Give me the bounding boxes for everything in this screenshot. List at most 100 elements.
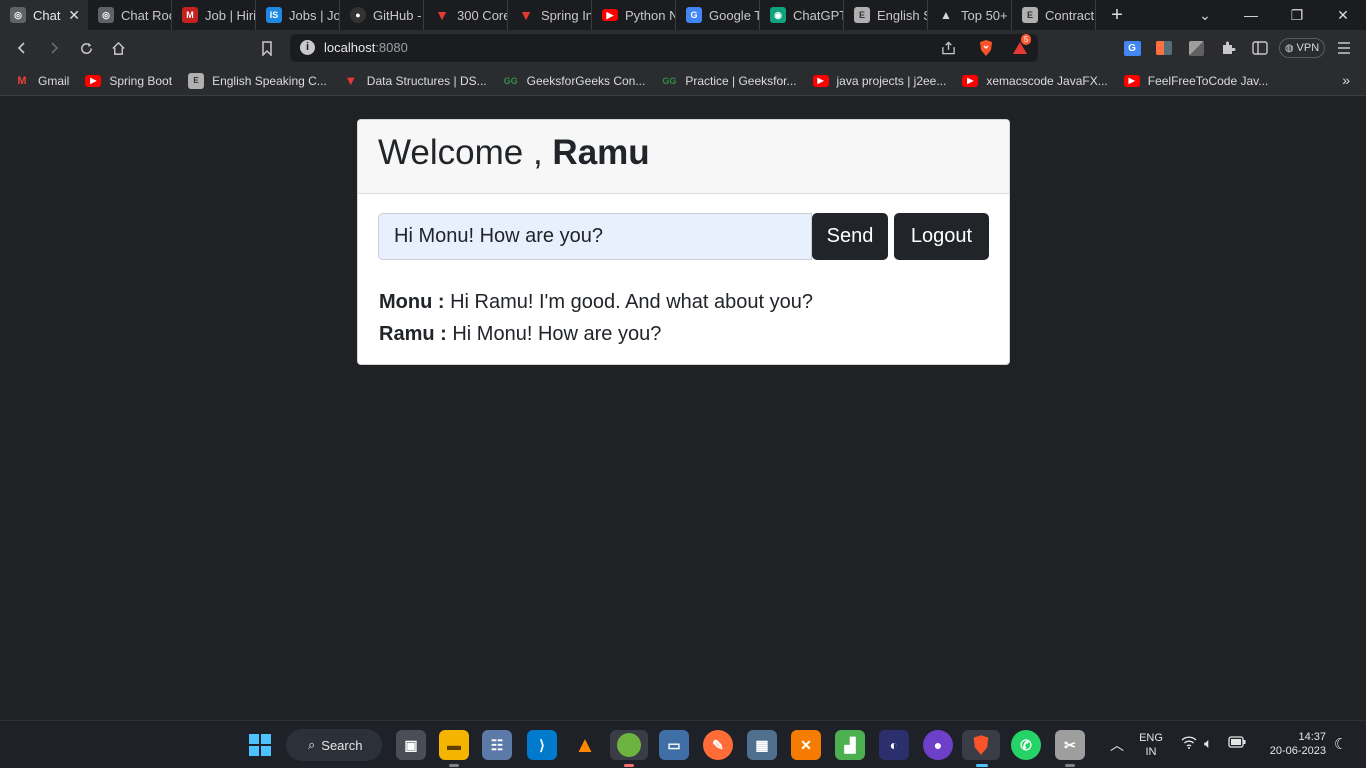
chart-app-icon[interactable]: ▟ — [835, 730, 865, 760]
share-icon[interactable] — [936, 36, 960, 60]
tab-jobs[interactable]: IS Jobs | Jol — [256, 0, 340, 30]
language-indicator[interactable]: ENG IN — [1136, 731, 1166, 759]
home-icon[interactable] — [106, 36, 130, 60]
message-input[interactable] — [378, 213, 812, 260]
brave-browser-icon[interactable] — [962, 730, 1000, 760]
screen-recorder-extension-icon[interactable] — [1152, 36, 1176, 60]
whatsapp-icon[interactable]: ✆ — [1011, 730, 1041, 760]
tab-contract[interactable]: E Contract — [1012, 0, 1096, 30]
send-button[interactable]: Send — [812, 213, 888, 260]
bookmark-english-speaking[interactable]: E English Speaking C... — [188, 72, 327, 89]
tab-title: Jobs | Jol — [289, 7, 339, 23]
running-indicator — [449, 764, 459, 767]
volume-icon[interactable]: 🔈︎ — [1204, 735, 1212, 752]
bookmark-label: GeeksforGeeks Con... — [526, 73, 646, 88]
back-icon[interactable] — [10, 36, 34, 60]
tab-title: Chat Roo — [121, 7, 171, 23]
bookmark-feelfreetocode[interactable]: ▶ FeelFreeToCode Jav... — [1123, 73, 1269, 88]
show-hidden-icons-chevron-icon[interactable]: ︿ — [1110, 735, 1124, 755]
battery-icon[interactable] — [1228, 735, 1246, 751]
address-bar[interactable]: i localhost:8080 5 — [290, 34, 1038, 62]
eclipse-icon[interactable]: ◐ — [879, 730, 909, 760]
tab-google-translate[interactable]: G Google T — [676, 0, 760, 30]
rewards-badge: 5 — [1021, 34, 1032, 45]
tab-title: Chat — [33, 7, 61, 23]
bookmark-gmail[interactable]: M Gmail — [14, 74, 69, 88]
bookmark-icon[interactable] — [255, 36, 279, 60]
new-tab-button[interactable]: + — [1106, 4, 1128, 27]
site-info-icon[interactable]: i — [300, 40, 315, 55]
bookmark-data-structures[interactable]: ▼ Data Structures | DS... — [343, 73, 487, 88]
logout-button[interactable]: Logout — [894, 213, 989, 260]
xampp-icon[interactable]: ✕ — [791, 730, 821, 760]
tab-title: English S — [877, 7, 927, 23]
tab-spring[interactable]: ▼ Spring In — [508, 0, 592, 30]
close-window-button[interactable]: ✕ — [1320, 0, 1366, 30]
windows-start-icon[interactable] — [245, 730, 275, 760]
tab-title: Python N — [625, 7, 675, 23]
welcome-prefix: Welcome , — [378, 133, 543, 172]
remote-desktop-icon[interactable]: ▭ — [659, 730, 689, 760]
image-viewer-icon[interactable]: ▦ — [747, 730, 777, 760]
clock-date: 20-06-2023 — [1269, 745, 1326, 757]
tab-job-hiring[interactable]: M Job | Hiri — [172, 0, 256, 30]
bookmark-label: Data Structures | DS... — [366, 73, 487, 88]
google-translate-extension-icon[interactable]: G — [1120, 36, 1144, 60]
tab-chatgpt[interactable]: ◉ ChatGPT — [760, 0, 844, 30]
clock[interactable]: 14:37 20-06-2023 — [1256, 730, 1326, 758]
brand-v-icon: ▼ — [435, 7, 449, 23]
tab-chat[interactable]: ◎ Chat ✕ — [0, 0, 88, 30]
brand-v-icon: ▼ — [344, 73, 358, 88]
minimize-button[interactable]: — — [1228, 0, 1274, 30]
tab-300-core[interactable]: ▼ 300 Core — [424, 0, 508, 30]
gmail-icon: M — [182, 7, 198, 23]
chat-card: Welcome , Ramu Send Logout Monu : Hi Ram… — [357, 119, 1010, 365]
brave-rewards-icon[interactable]: 5 — [1008, 34, 1032, 60]
tab-title: Top 50+ — [961, 7, 1008, 23]
bookmark-label: English Speaking C... — [212, 73, 327, 88]
vpn-button[interactable]: ◍ VPN — [1279, 38, 1325, 58]
forward-icon[interactable] — [42, 36, 66, 60]
tab-top-50[interactable]: ▲ Top 50+ — [928, 0, 1012, 30]
youtube-icon: ▶ — [812, 74, 829, 87]
bookmark-spring-boot[interactable]: ▶ Spring Boot — [85, 74, 172, 88]
tab-chat-room[interactable]: ◎ Chat Roo — [88, 0, 172, 30]
file-explorer-icon[interactable]: ▬ — [439, 730, 469, 760]
bookmark-geeksforgeeks[interactable]: GG GeeksforGeeks Con... — [503, 74, 646, 88]
windows-taskbar: ⌕ Search ▣ ▬ ☷ ⟩ ▲ ▭ ✎ ▦ ✕ ▟ ◐ ● ✆ ✂ ︿ E… — [0, 720, 1366, 768]
spring-tool-suite-icon[interactable] — [610, 730, 648, 760]
more-bookmarks-chevron-icon[interactable]: » — [1342, 72, 1350, 88]
gmail-icon: M — [17, 74, 27, 87]
wifi-icon[interactable] — [1181, 735, 1197, 752]
bookmark-practice-geeksforgeeks[interactable]: GG Practice | Geeksfor... — [661, 74, 796, 88]
bookmark-label: FeelFreeToCode Jav... — [1147, 73, 1269, 88]
vlc-icon[interactable]: ▲ — [570, 730, 600, 760]
postman-icon[interactable]: ✎ — [703, 730, 733, 760]
network-app-icon[interactable]: ☷ — [482, 730, 512, 760]
menu-hamburger-icon[interactable] — [1332, 36, 1356, 60]
tab-github[interactable]: ● GitHub - — [340, 0, 424, 30]
task-view-icon[interactable]: ▣ — [396, 730, 426, 760]
extensions-puzzle-icon[interactable] — [1216, 36, 1240, 60]
tab-title: Google T — [709, 7, 759, 23]
vscode-icon[interactable]: ⟩ — [527, 730, 557, 760]
github-desktop-icon[interactable]: ● — [923, 730, 953, 760]
brand-v-icon: ▼ — [519, 7, 533, 23]
brave-shields-icon[interactable] — [974, 36, 998, 60]
language-line2: IN — [1145, 746, 1157, 758]
restore-button[interactable]: ❐ — [1274, 0, 1320, 30]
focus-moon-icon[interactable]: ☾ — [1334, 735, 1347, 753]
taskbar-search-button[interactable]: ⌕ Search — [286, 729, 382, 761]
sidebar-toggle-icon[interactable] — [1248, 36, 1272, 60]
close-tab-icon[interactable]: ✕ — [68, 7, 80, 24]
reload-icon[interactable] — [74, 36, 98, 60]
search-label: Search — [321, 737, 363, 753]
url-host: localhost — [324, 40, 376, 55]
bookmark-xemacscode[interactable]: ▶ xemacscode JavaFX... — [962, 74, 1108, 88]
snipping-tool-icon[interactable]: ✂ — [1055, 730, 1085, 760]
tab-python[interactable]: ▶ Python N — [592, 0, 676, 30]
tab-english[interactable]: E English S — [844, 0, 928, 30]
bookmark-java-projects[interactable]: ▶ java projects | j2ee... — [812, 74, 946, 88]
extension-gray-icon[interactable] — [1184, 36, 1208, 60]
tab-search-chevron-icon[interactable]: ⌄ — [1182, 0, 1228, 30]
